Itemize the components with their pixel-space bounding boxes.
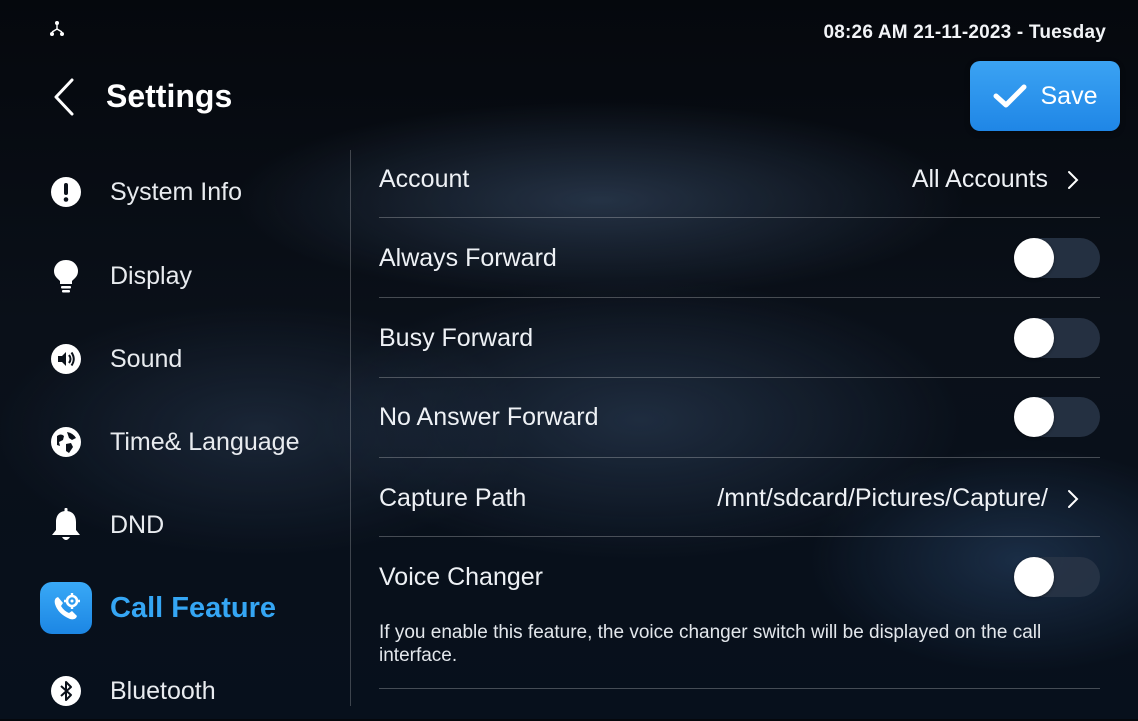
voice-changer-help-text: If you enable this feature, the voice ch… xyxy=(379,622,1042,666)
row-divider xyxy=(379,377,1100,378)
sidebar-item-label: Sound xyxy=(110,344,183,373)
capture-path-value-button[interactable]: /mnt/sdcard/Pictures/Capture/ xyxy=(717,484,1080,513)
bluetooth-icon xyxy=(51,676,81,706)
voice-changer-toggle[interactable] xyxy=(1014,557,1100,597)
row-divider xyxy=(379,536,1100,537)
toggle-knob xyxy=(1014,238,1054,278)
account-value: All Accounts xyxy=(911,165,1048,193)
capture-path-value: /mnt/sdcard/Pictures/Capture/ xyxy=(717,484,1048,512)
sidebar-item-call-feature[interactable]: Call Feature xyxy=(40,578,340,638)
bell-icon xyxy=(52,508,80,540)
account-value-button[interactable]: All Accounts xyxy=(912,165,1080,194)
phone-gear-icon xyxy=(40,582,92,634)
sidebar-item-label: System Info xyxy=(110,177,242,206)
no-answer-forward-row: No Answer Forward xyxy=(379,397,1100,439)
sidebar-item-dnd[interactable]: DND xyxy=(40,495,340,555)
account-row[interactable]: Account All Accounts xyxy=(379,165,1100,195)
busy-forward-toggle[interactable] xyxy=(1014,318,1100,358)
row-divider xyxy=(379,688,1100,689)
chevron-left-icon xyxy=(54,78,74,116)
row-divider xyxy=(379,457,1100,458)
status-datetime: 08:26 AM 21-11-2023 - Tuesday xyxy=(823,22,1106,43)
sidebar-item-bluetooth[interactable]: Bluetooth xyxy=(40,661,340,721)
busy-forward-label: Busy Forward xyxy=(379,324,534,352)
sidebar-item-label: Time& Language xyxy=(110,427,300,456)
toggle-knob xyxy=(1014,557,1054,597)
sidebar-item-sound[interactable]: Sound xyxy=(40,329,340,389)
no-answer-forward-toggle[interactable] xyxy=(1014,397,1100,437)
voice-changer-row: Voice Changer xyxy=(379,557,1100,599)
check-icon xyxy=(993,84,1026,108)
account-label: Account xyxy=(379,165,470,193)
capture-path-row[interactable]: Capture Path /mnt/sdcard/Pictures/Captur… xyxy=(379,484,1100,514)
always-forward-toggle[interactable] xyxy=(1014,238,1100,278)
sidebar-item-label: Call Feature xyxy=(110,591,276,624)
busy-forward-row: Busy Forward xyxy=(379,318,1100,360)
chevron-right-icon xyxy=(1068,489,1079,508)
info-exclamation-icon xyxy=(51,177,81,207)
always-forward-row: Always Forward xyxy=(379,238,1100,280)
sidebar-item-time-language[interactable]: Time& Language xyxy=(40,412,340,472)
toggle-knob xyxy=(1014,397,1054,437)
no-answer-forward-label: No Answer Forward xyxy=(379,403,599,431)
sidebar-item-display[interactable]: Display xyxy=(40,246,340,306)
save-button[interactable]: Save xyxy=(970,61,1120,131)
sidebar-item-system-info[interactable]: System Info xyxy=(40,162,340,222)
sidebar-item-label: DND xyxy=(110,510,165,539)
save-button-label: Save xyxy=(1040,81,1098,110)
speaker-icon xyxy=(51,344,81,374)
sidebar-divider xyxy=(350,150,351,706)
sidebar-item-label: Display xyxy=(110,261,192,290)
voice-changer-label: Voice Changer xyxy=(379,563,544,591)
globe-icon xyxy=(51,427,81,457)
page-title: Settings xyxy=(106,78,233,114)
network-icon xyxy=(50,21,64,36)
back-button[interactable] xyxy=(46,74,86,120)
row-divider xyxy=(379,217,1100,218)
row-divider xyxy=(379,297,1100,298)
chevron-right-icon xyxy=(1068,170,1079,189)
sidebar-item-label: Bluetooth xyxy=(110,676,216,705)
lightbulb-icon xyxy=(54,260,78,293)
toggle-knob xyxy=(1014,318,1054,358)
capture-path-label: Capture Path xyxy=(379,484,527,512)
always-forward-label: Always Forward xyxy=(379,244,557,272)
